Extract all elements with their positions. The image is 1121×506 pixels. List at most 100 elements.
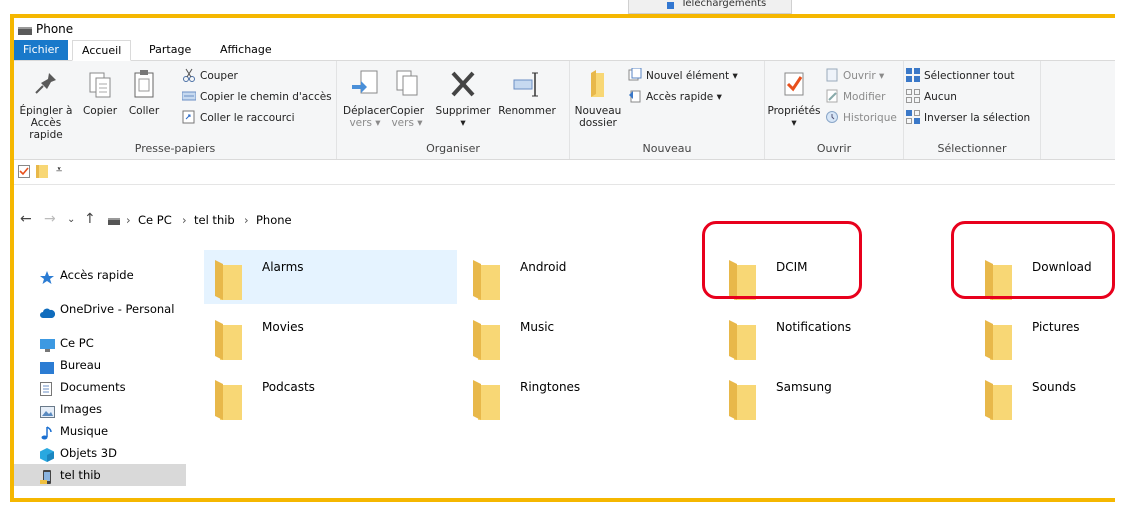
sidebar-item-acces-rapide[interactable]: Accès rapide xyxy=(14,264,186,286)
sidebar-label: tel thib xyxy=(60,468,101,482)
group-selectionner: Sélectionner tout Aucun Inverser la séle… xyxy=(904,61,1041,159)
copy-to-label-2: vers xyxy=(391,117,414,129)
tab-affichage[interactable]: Affichage xyxy=(211,40,281,60)
pin-label-1: Épingler à xyxy=(19,105,73,117)
rename-button[interactable]: Renommer xyxy=(497,67,557,117)
copy-path-button[interactable]: Copier le chemin d'accès xyxy=(181,88,332,106)
folder-music[interactable]: Music xyxy=(462,310,715,364)
annotation-highlight-download xyxy=(951,221,1115,299)
easy-access-button[interactable]: Accès rapide ▾ xyxy=(628,88,722,106)
ribbon: Épingler à Accès rapide Copier Coller Co… xyxy=(14,61,1115,160)
delete-button[interactable]: Supprimer ▾ xyxy=(433,67,493,129)
edit-button[interactable]: Modifier xyxy=(825,88,885,106)
window-title: Phone xyxy=(36,22,74,36)
paste-shortcut-icon xyxy=(182,110,196,124)
folder-icon xyxy=(215,320,242,360)
select-none-button[interactable]: Aucun xyxy=(906,88,957,106)
sidebar-item-tel-thib[interactable]: tel thib xyxy=(14,464,186,486)
select-all-button[interactable]: Sélectionner tout xyxy=(906,67,1014,85)
up-arrow-icon[interactable]: ↑ xyxy=(84,211,96,227)
folder-alarms[interactable]: Alarms xyxy=(204,250,457,304)
copy-button[interactable]: Copier xyxy=(78,67,122,117)
sidebar-item-objets-3d[interactable]: Objets 3D xyxy=(14,442,186,464)
sidebar-label: Objets 3D xyxy=(60,446,117,460)
cube-icon xyxy=(40,447,54,462)
new-item-icon xyxy=(628,67,642,82)
star-icon xyxy=(40,269,54,284)
open-button[interactable]: Ouvrir ▾ xyxy=(825,67,884,85)
copy-to-label-1: Copier xyxy=(389,105,425,117)
tab-accueil[interactable]: Accueil xyxy=(72,40,132,61)
new-folder-button[interactable]: Nouveau dossier xyxy=(572,67,624,129)
folder-name: Podcasts xyxy=(262,380,315,394)
select-all-icon xyxy=(906,68,920,82)
sidebar-label: Bureau xyxy=(60,358,102,372)
sidebar-item-documents[interactable]: Documents xyxy=(14,376,186,398)
background-item-label: Téléchargements xyxy=(681,0,767,9)
folder-pictures[interactable]: Pictures xyxy=(974,310,1115,364)
folder-name: Alarms xyxy=(262,260,304,274)
group-presse-papiers: Épingler à Accès rapide Copier Coller Co… xyxy=(14,61,337,159)
select-none-label: Aucun xyxy=(924,91,957,103)
music-icon xyxy=(40,425,54,439)
breadcrumb-ce-pc[interactable]: Ce PC xyxy=(138,213,172,227)
folder-podcasts[interactable]: Podcasts xyxy=(204,370,457,424)
history-button[interactable]: Historique xyxy=(825,109,897,127)
properties-button[interactable]: Propriétés ▾ xyxy=(767,67,821,129)
properties-checkmark-icon xyxy=(778,67,810,101)
back-arrow-icon[interactable]: ← xyxy=(20,211,32,227)
paste-shortcut-button[interactable]: Coller le raccourci xyxy=(182,109,295,127)
qat-customize-icon[interactable]: ⩡ xyxy=(56,163,62,177)
tab-partage[interactable]: Partage xyxy=(140,40,200,60)
folder-android[interactable]: Android xyxy=(462,250,715,304)
move-to-icon xyxy=(349,67,381,101)
folder-ringtones[interactable]: Ringtones xyxy=(462,370,715,424)
new-item-button[interactable]: Nouvel élément ▾ xyxy=(628,67,738,85)
explorer-window: Phone Fichier Accueil Partage Affichage … xyxy=(10,14,1115,502)
history-icon xyxy=(825,110,839,124)
sidebar-label: OneDrive - Personal xyxy=(60,302,175,316)
properties-label: Propriétés xyxy=(767,105,821,117)
breadcrumb-phone[interactable]: Phone xyxy=(256,213,292,227)
paste-button[interactable]: Coller xyxy=(122,67,166,117)
easy-access-icon xyxy=(628,89,642,103)
folder-sounds[interactable]: Sounds xyxy=(974,370,1115,424)
sidebar-item-musique[interactable]: Musique xyxy=(14,420,186,442)
folder-notifications[interactable]: Notifications xyxy=(718,310,971,364)
paste-label: Coller xyxy=(128,105,160,117)
folder-icon xyxy=(215,380,242,420)
folder-movies[interactable]: Movies xyxy=(204,310,457,364)
copy-label: Copier xyxy=(82,105,118,117)
sidebar-item-images[interactable]: Images xyxy=(14,398,186,420)
copy-to-button[interactable]: Copier vers ▾ xyxy=(389,67,425,129)
sidebar-item-onedrive[interactable]: OneDrive - Personal xyxy=(14,298,186,320)
navigation-pane: Accès rapide OneDrive - Personal Ce PC B… xyxy=(14,254,186,494)
breadcrumb-tel-thib[interactable]: tel thib xyxy=(194,213,235,227)
pin-quick-access-button[interactable]: Épingler à Accès rapide xyxy=(18,67,74,141)
folder-icon xyxy=(215,260,242,300)
cut-button[interactable]: Couper xyxy=(182,67,238,85)
folder-name: Samsung xyxy=(776,380,832,394)
tab-fichier[interactable]: Fichier xyxy=(14,40,68,60)
folder-name: Movies xyxy=(262,320,304,334)
invert-selection-label: Inverser la sélection xyxy=(924,112,1031,124)
history-label: Historique xyxy=(843,112,897,124)
sidebar-item-bureau[interactable]: Bureau xyxy=(14,354,186,376)
pin-label-2: Accès rapide xyxy=(29,117,63,141)
group-label-presse-papiers: Presse-papiers xyxy=(134,142,216,155)
sidebar-item-ce-pc[interactable]: Ce PC xyxy=(14,332,186,354)
forward-arrow-icon[interactable]: → xyxy=(44,211,56,227)
breadcrumb-separator-icon: › xyxy=(126,213,131,227)
invert-selection-button[interactable]: Inverser la sélection xyxy=(906,109,1030,127)
recent-chevron-icon[interactable]: ⌄ xyxy=(67,214,75,225)
phone-icon xyxy=(40,469,54,484)
qat-properties-icon[interactable] xyxy=(18,165,31,181)
new-folder-label-1: Nouveau xyxy=(574,105,622,117)
delete-label: Supprimer xyxy=(435,105,491,117)
cut-label: Couper xyxy=(200,70,238,82)
move-to-button[interactable]: Déplacer vers ▾ xyxy=(343,67,390,129)
edit-label: Modifier xyxy=(843,91,886,103)
qat-folder-icon[interactable] xyxy=(36,165,48,181)
folder-samsung[interactable]: Samsung xyxy=(718,370,971,424)
folder-name: Music xyxy=(520,320,555,334)
